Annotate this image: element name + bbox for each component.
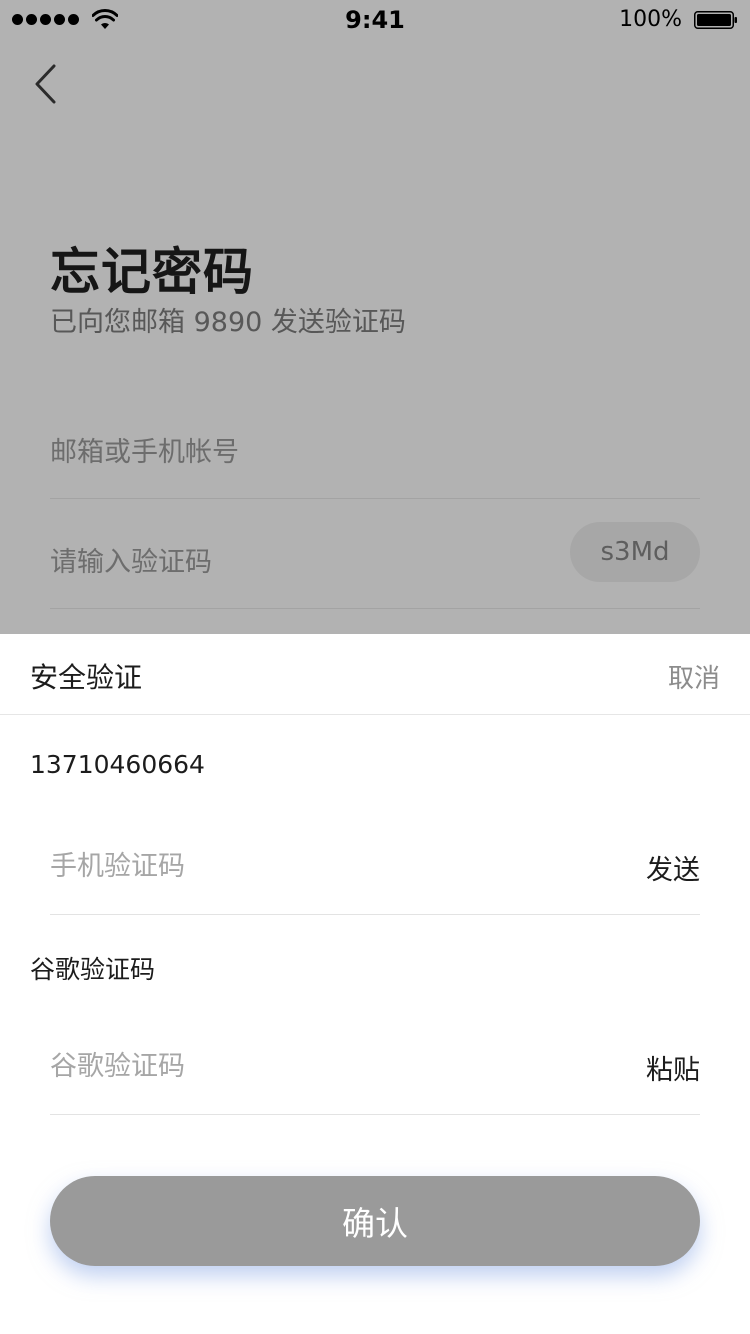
battery-icon	[694, 11, 737, 29]
battery-percent: 100%	[619, 7, 682, 32]
google-code-input[interactable]	[50, 1048, 570, 1084]
forgot-password-screen: 9:41 100% 忘记密码 已向您邮箱 9890 发送验证码 邮箱或手机帐号 …	[0, 0, 750, 1334]
confirm-button[interactable]: 确认	[50, 1176, 700, 1266]
sheet-title: 安全验证	[30, 661, 143, 694]
captcha-button[interactable]: s3Md	[570, 522, 700, 582]
chevron-left-icon[interactable]	[30, 62, 62, 106]
phone-number: 13710460664	[30, 750, 205, 779]
google-code-section-label: 谷歌验证码	[30, 955, 156, 984]
page-subtitle: 已向您邮箱 9890 发送验证码	[50, 307, 406, 338]
send-code-button[interactable]: 发送	[646, 848, 700, 887]
account-placeholder: 邮箱或手机帐号	[50, 437, 239, 468]
status-bar: 9:41 100%	[0, 0, 750, 40]
code-placeholder: 请输入验证码	[50, 547, 212, 578]
google-code-row: 粘贴	[50, 1034, 700, 1115]
security-verification-sheet: 安全验证 取消 13710460664 发送 谷歌验证码 粘贴 确认	[0, 634, 750, 1334]
phone-code-input[interactable]	[50, 848, 570, 884]
paste-button[interactable]: 粘贴	[646, 1048, 700, 1087]
cancel-button[interactable]: 取消	[668, 658, 720, 695]
code-field[interactable]: 请输入验证码 s3Md	[50, 522, 700, 609]
phone-code-row: 发送	[50, 834, 700, 915]
account-field[interactable]: 邮箱或手机帐号	[50, 418, 700, 499]
sheet-header: 安全验证 取消	[0, 634, 750, 715]
page-title: 忘记密码	[50, 243, 254, 301]
